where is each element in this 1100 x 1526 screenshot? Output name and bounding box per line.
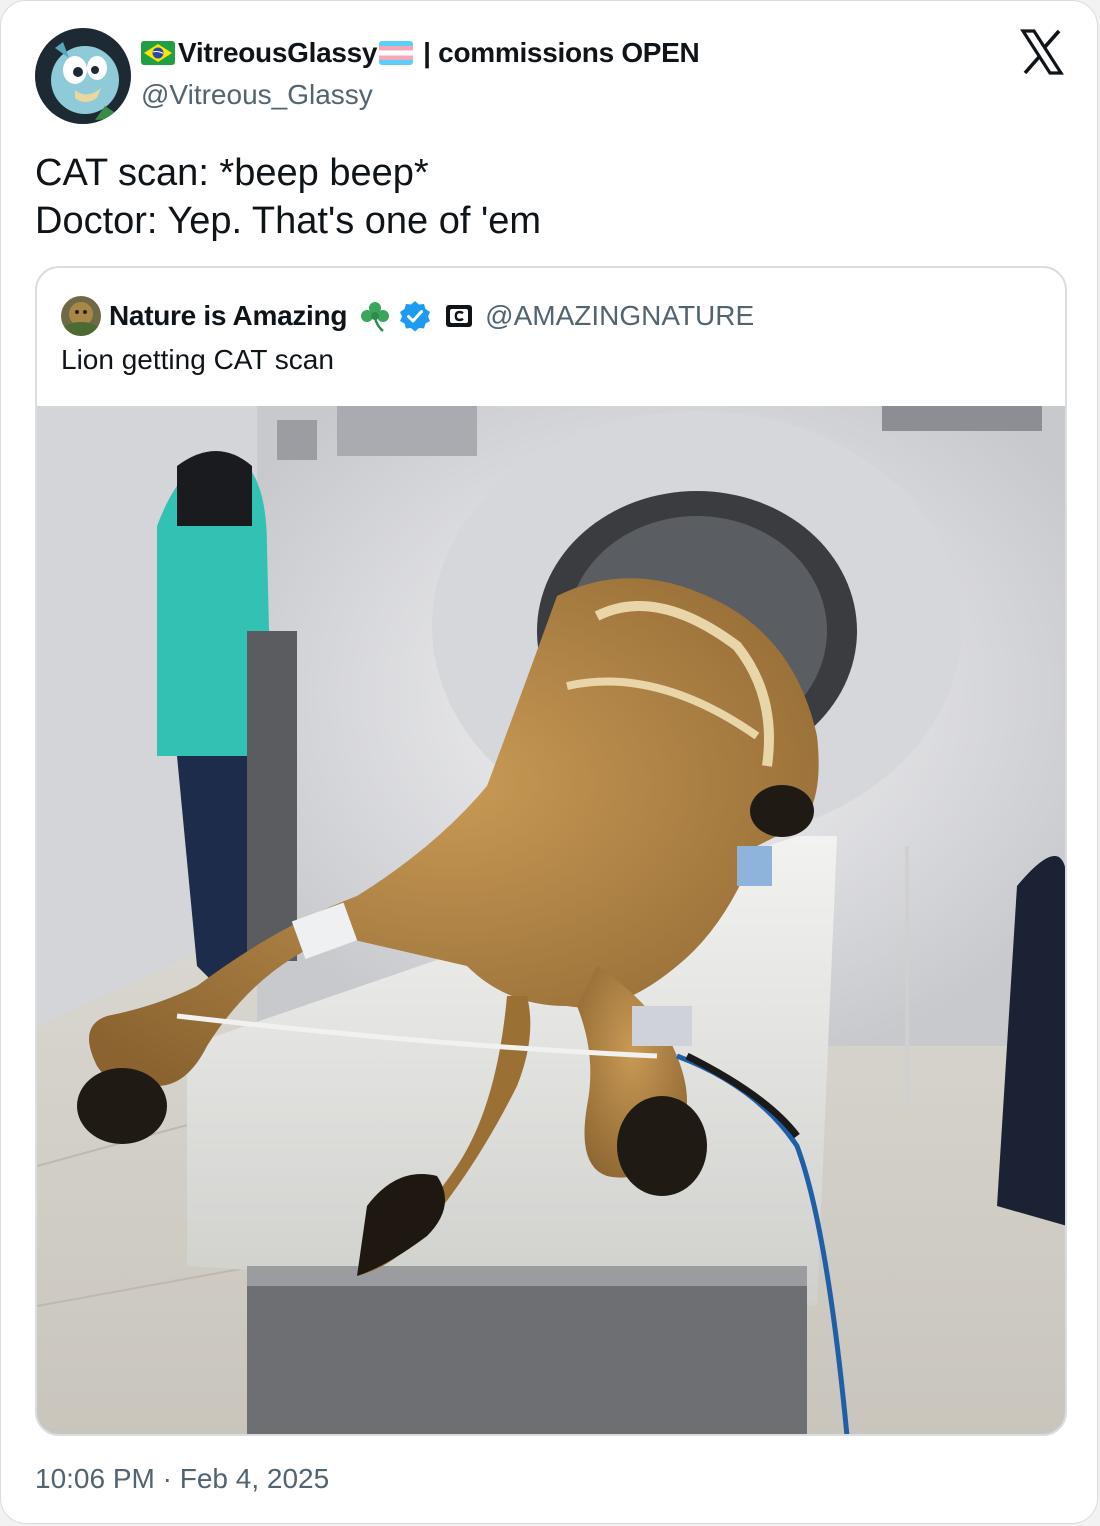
quoted-display-name[interactable]: Nature is Amazing (109, 300, 347, 332)
quoted-handle[interactable]: @AMAZINGNATURE (485, 300, 754, 332)
quoted-header: Nature is Amazing @AMAZINGNATURE (109, 294, 754, 338)
tweet-card: VitreousGlassy | commissions OPEN @Vitre… (0, 0, 1098, 1524)
author-header: VitreousGlassy | commissions OPEN (141, 35, 700, 71)
verified-badge-icon[interactable] (399, 300, 431, 332)
brazil-flag-icon (141, 41, 175, 65)
x-logo-icon[interactable] (1017, 27, 1067, 77)
shamrock-icon (361, 302, 390, 332)
author-handle[interactable]: @Vitreous_Glassy (141, 79, 373, 111)
lion-ct-scan-photo[interactable] (37, 406, 1067, 1436)
quoted-author-avatar[interactable] (61, 296, 101, 336)
tweet-text: CAT scan: *beep beep* Doctor: Yep. That'… (35, 149, 541, 245)
c-square-icon (446, 305, 473, 327)
cartoon-bird-avatar-icon (35, 28, 131, 124)
quoted-text: Lion getting CAT scan (61, 344, 334, 375)
transgender-flag-icon (379, 41, 414, 65)
quoted-tweet[interactable]: Nature is Amazing @AMAZINGNATURE Lion ge… (35, 266, 1067, 1436)
quoted-badges (357, 298, 473, 334)
tweet-text-line: CAT scan: *beep beep* (35, 152, 429, 194)
author-avatar[interactable] (35, 28, 131, 124)
tweet-text-line: Doctor: Yep. That's one of 'em (35, 200, 542, 242)
nature-avatar-icon (61, 296, 101, 336)
author-display-name[interactable]: VitreousGlassy (178, 37, 377, 69)
author-tagline: | commissions OPEN (423, 37, 700, 68)
tweet-timestamp[interactable]: 10:06 PM · Feb 4, 2025 (35, 1463, 329, 1495)
